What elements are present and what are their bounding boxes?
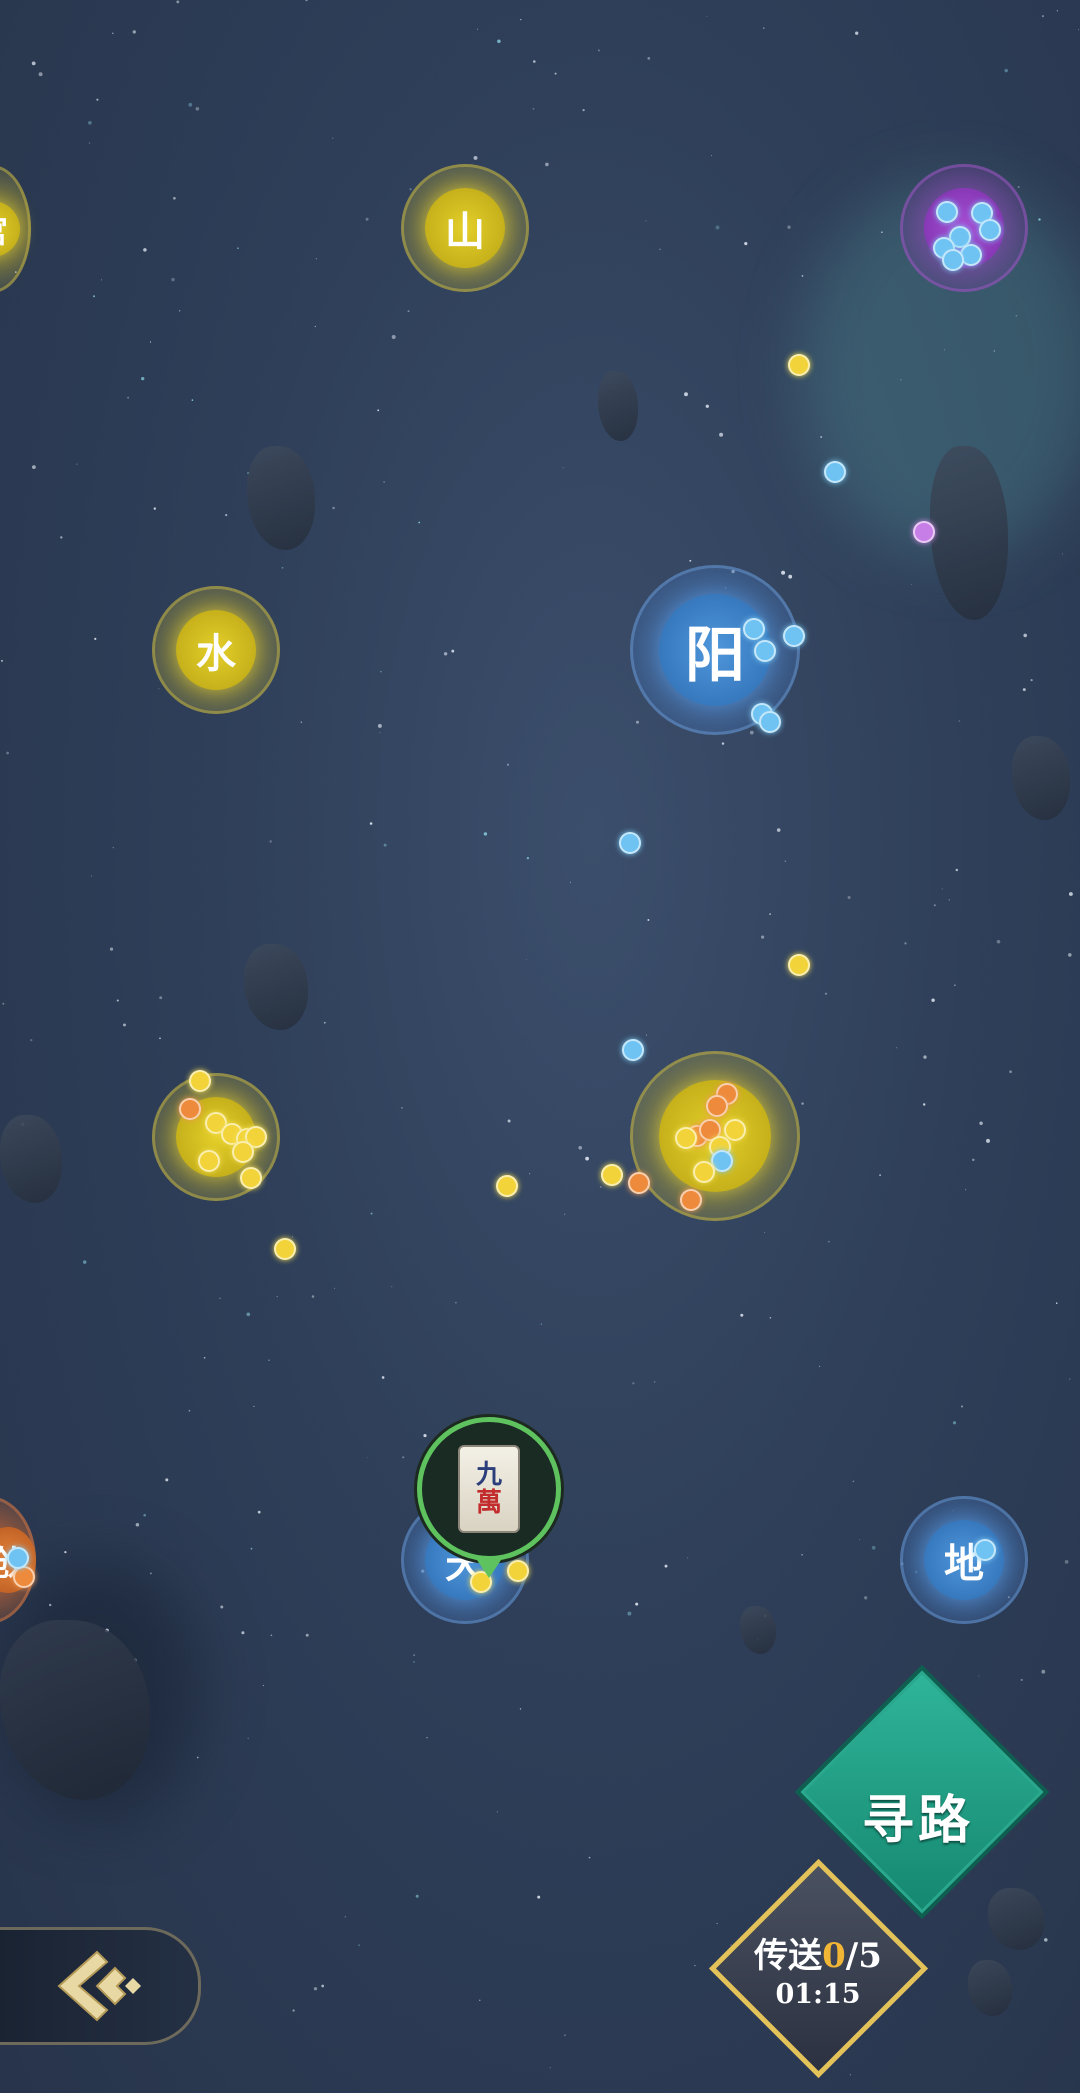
teleport-label: 传送 — [754, 1936, 823, 1976]
back-arrow-icon — [57, 1950, 141, 2022]
node-label: 阳 — [659, 594, 771, 706]
teleport-button-text[interactable]: 传送0/5 01:15 — [726, 1928, 910, 2010]
map-node-orange-left[interactable]: 戗 — [0, 1496, 36, 1624]
node-label — [659, 1080, 771, 1192]
teleport-count: 0 — [822, 1936, 846, 1976]
map-node-center-mid[interactable] — [630, 1051, 800, 1221]
map-node-gong[interactable]: 宫 — [0, 165, 31, 293]
player-avatar[interactable]: 九 萬 — [417, 1417, 561, 1578]
avatar-scroll-icon: 九 萬 — [458, 1445, 520, 1533]
teleport-max: /5 — [845, 1936, 882, 1976]
map-node-shan[interactable]: 山 — [401, 164, 529, 292]
map-node-yang[interactable]: 阳 — [630, 565, 800, 735]
avatar-text-2: 萬 — [475, 1488, 502, 1518]
back-button[interactable] — [0, 1927, 201, 2045]
node-label — [176, 1097, 256, 1177]
node-label — [924, 188, 1004, 268]
map-node-shui[interactable]: 水 — [152, 586, 280, 714]
node-label: 山 — [425, 188, 505, 268]
map-node-di[interactable]: 地 — [900, 1496, 1028, 1624]
node-label: 地 — [924, 1520, 1004, 1600]
map-node-purple[interactable] — [900, 164, 1028, 292]
node-label: 水 — [176, 610, 256, 690]
map-node-left-mid[interactable] — [152, 1073, 280, 1201]
pathfind-button-label[interactable]: 寻路 — [800, 1778, 1036, 1853]
avatar-text-1: 九 — [475, 1460, 502, 1490]
teleport-timer: 01:15 — [775, 1979, 861, 2010]
